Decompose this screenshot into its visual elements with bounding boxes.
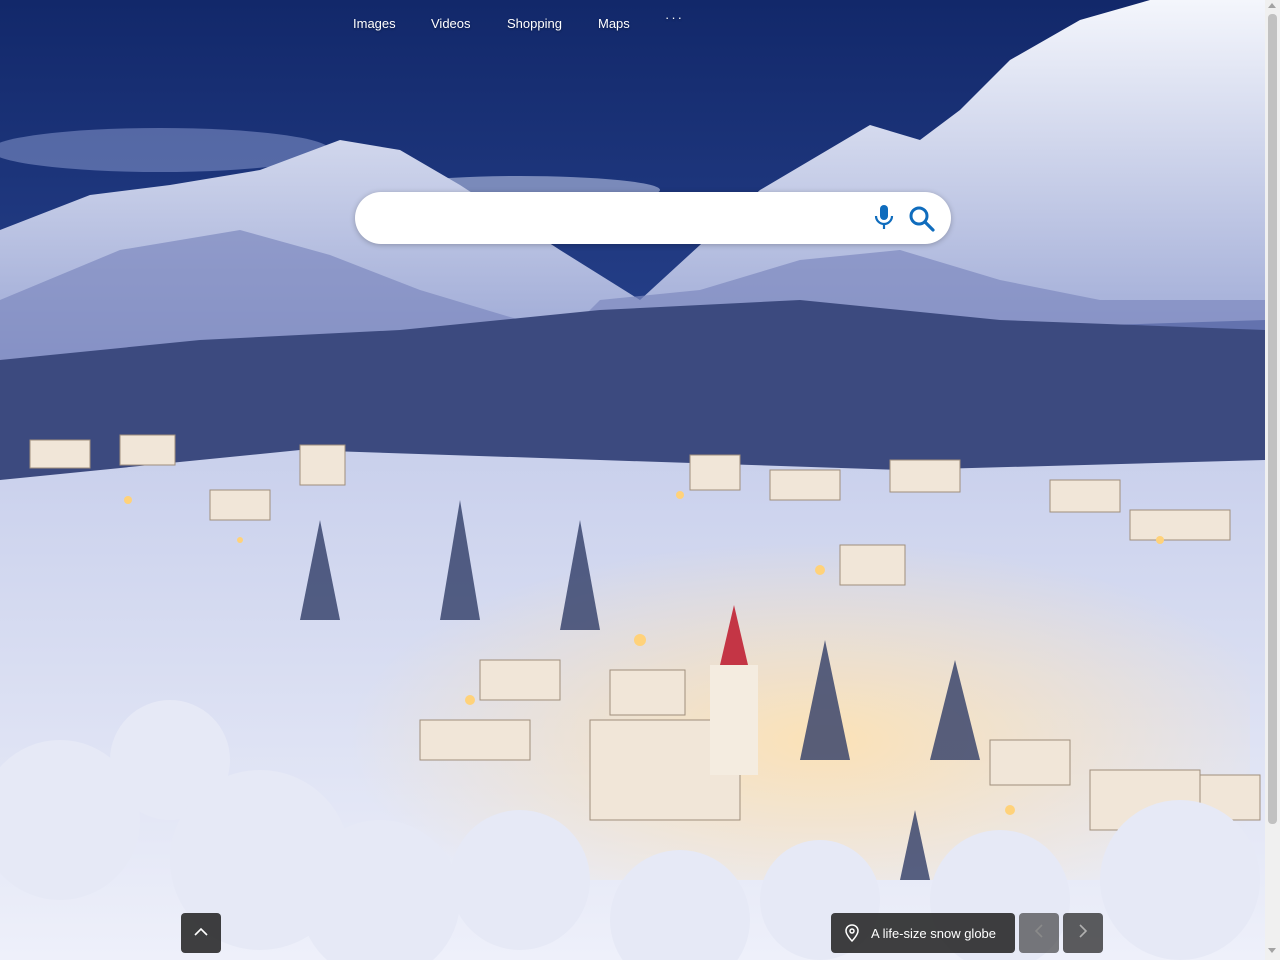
nav-shopping[interactable]: Shopping [507, 16, 562, 31]
next-image-button[interactable] [1063, 913, 1103, 953]
background-image [0, 0, 1265, 960]
scrollbar-thumb[interactable] [1268, 14, 1277, 824]
scrollbar-up-arrow[interactable] [1268, 3, 1276, 8]
scrollbar-down-arrow[interactable] [1268, 948, 1276, 953]
search-input[interactable] [377, 204, 861, 234]
image-caption-button[interactable]: A life-size snow globe [831, 913, 1015, 953]
nav-maps[interactable]: Maps [598, 16, 630, 31]
chevron-left-icon [1034, 923, 1044, 944]
chevron-right-icon [1078, 923, 1088, 944]
nav-images[interactable]: Images [353, 16, 396, 31]
location-pin-icon [843, 924, 861, 943]
previous-image-button[interactable] [1019, 913, 1059, 953]
scroll-up-button[interactable] [181, 913, 221, 953]
search-icon[interactable] [906, 202, 938, 234]
search-box [355, 192, 951, 244]
chevron-up-icon [193, 924, 209, 942]
top-nav: Images Videos Shopping Maps ··· [0, 0, 1265, 46]
image-caption-text: A life-size snow globe [871, 925, 997, 941]
nav-videos[interactable]: Videos [431, 16, 471, 31]
nav-more-button[interactable]: ··· [665, 10, 684, 25]
microphone-icon[interactable] [870, 202, 898, 234]
